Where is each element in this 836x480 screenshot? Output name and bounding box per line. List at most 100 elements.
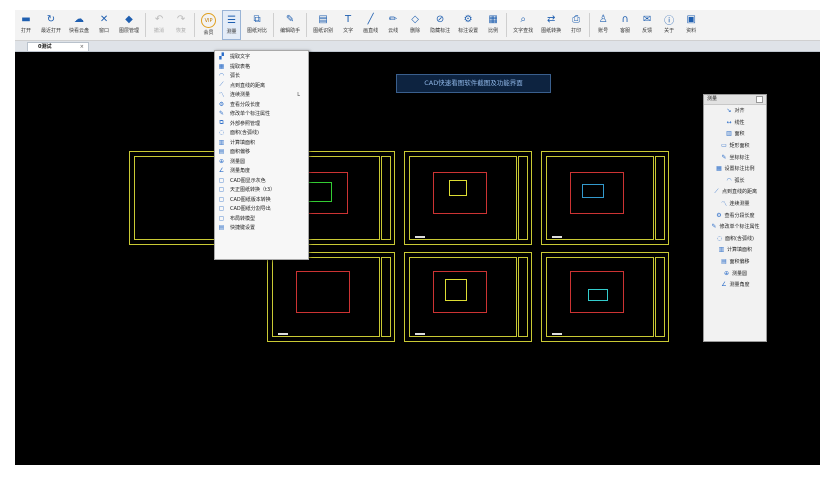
- menu-item-label: 点到直线的距离: [230, 82, 266, 89]
- menu-item[interactable]: ▢ CAD图纸版本转换: [215, 195, 308, 205]
- close-icon[interactable]: ×: [80, 43, 84, 51]
- toolbar-separator: [273, 13, 275, 37]
- area-offset-icon: ▤: [218, 148, 225, 156]
- measure-panel-item[interactable]: ∠ 测量角度: [704, 279, 766, 291]
- measure-panel-item-label: 计算填面积: [726, 247, 752, 254]
- menu-item[interactable]: ▤ 面积偏移: [215, 147, 308, 157]
- menu-item[interactable]: ▤ 快捷键设置: [215, 223, 308, 233]
- account-button[interactable]: ♙ 账号: [594, 10, 612, 40]
- toolbar-separator: [306, 13, 308, 37]
- menu-item-label: 提取文字: [230, 54, 251, 61]
- window-button[interactable]: ✕ 窗口: [95, 10, 113, 40]
- drawing-sheet[interactable]: [404, 252, 532, 342]
- text-button[interactable]: T 文字: [339, 10, 357, 40]
- menu-item[interactable]: ✎ 修改单个标注属性: [215, 109, 308, 119]
- menu-item[interactable]: 〽连续测量 L: [215, 90, 308, 100]
- mark-scale-icon: ▦: [716, 165, 722, 173]
- scale-button[interactable]: ▦ 比例: [484, 10, 502, 40]
- measure-panel-item[interactable]: ⚙ 查看分段长度: [704, 209, 766, 221]
- scale-icon: ▦: [488, 14, 498, 25]
- measure-panel-item[interactable]: 〽连续测量: [704, 198, 766, 210]
- drawing-canvas[interactable]: [15, 52, 820, 465]
- feedback-button[interactable]: ✉ 反馈: [638, 10, 656, 40]
- toolbar-button-label: 隐藏标注: [430, 28, 451, 34]
- drawing-sheet[interactable]: [541, 252, 669, 342]
- hide-mark-button[interactable]: ⊘ 隐藏标注: [428, 10, 452, 40]
- measure-panel-item[interactable]: ▥ 计算填面积: [704, 244, 766, 256]
- convert-format-button[interactable]: ⇄ 图纸转换: [539, 10, 563, 40]
- menu-item[interactable]: ▦ 提取表格: [215, 62, 308, 72]
- resources-button[interactable]: ▣ 资料: [682, 10, 700, 40]
- print-button[interactable]: ⎙ 打印: [567, 10, 585, 40]
- vip-button[interactable]: VIP 会员: [199, 10, 218, 40]
- cloud-line-button[interactable]: ✏ 云线: [384, 10, 402, 40]
- menu-item[interactable]: ∠ 测量角度: [215, 166, 308, 176]
- menu-item[interactable]: ◌ 面积(含弧线): [215, 128, 308, 138]
- toolbar-separator: [589, 13, 591, 37]
- about-button[interactable]: ⓘ 关于: [660, 10, 678, 40]
- measure-panel-item[interactable]: ▭ 矩形面积: [704, 140, 766, 152]
- menu-item[interactable]: ▢ CAD图显示灰色: [215, 176, 308, 186]
- measure-panel-item[interactable]: ▦ 设置标注比例: [704, 163, 766, 175]
- layer-manage-button[interactable]: ◆ 图层管理: [117, 10, 141, 40]
- open-button[interactable]: ▬ 打开: [17, 10, 35, 40]
- point-line-icon: ⟋: [219, 81, 224, 89]
- tangent-convert-icon: ▢: [218, 186, 225, 194]
- document-tab[interactable]: 0测试 ×: [27, 42, 89, 51]
- measure-panel-item[interactable]: ↔ 线性: [704, 117, 766, 129]
- measure-panel-header[interactable]: 测量: [704, 95, 766, 105]
- menu-item-label: 连续测量: [230, 92, 251, 99]
- menu-item[interactable]: ◠ 弧长: [215, 71, 308, 81]
- toolbar-separator: [506, 13, 508, 37]
- measure-panel-item[interactable]: ⊕ 测量圆: [704, 267, 766, 279]
- toolbar-button-label: 最近打开: [41, 28, 62, 34]
- measure-panel-item[interactable]: ▥ 面积: [704, 128, 766, 140]
- promo-banner: CAD快速看图软件截图及功能界面: [396, 74, 551, 93]
- measure-panel-item[interactable]: ↘ 对齐: [704, 105, 766, 117]
- fast-cloud-button[interactable]: ☁ 快看云盘: [67, 10, 91, 40]
- recent-open-button[interactable]: ↻ 最近打开: [39, 10, 63, 40]
- edit-mark-icon: ✎: [711, 223, 717, 231]
- line-button[interactable]: ╱ 画直线: [361, 10, 380, 40]
- menu-item-label: 查看分段长度: [230, 101, 261, 108]
- drawing-sheet[interactable]: [404, 151, 532, 245]
- menu-item[interactable]: ▢ 天正图纸转换（t3）: [215, 185, 308, 195]
- printer-icon: ⎙: [572, 14, 581, 25]
- measure-panel-item[interactable]: ✎ 坐标标注: [704, 151, 766, 163]
- close-icon[interactable]: [756, 96, 763, 103]
- menu-item[interactable]: ⊕ 测量圆: [215, 157, 308, 167]
- menu-item[interactable]: ⧉ 外部参照管理: [215, 119, 308, 129]
- toolbar-button-label: 比例: [488, 28, 499, 34]
- menu-item[interactable]: ▞ 提取文字: [215, 52, 308, 62]
- menu-item[interactable]: ⟋ 点到直线的距离: [215, 81, 308, 91]
- toolbar-button-label: 会员: [203, 30, 214, 36]
- measure-panel-item[interactable]: ✎ 修改单个标注属性: [704, 221, 766, 233]
- drawing-compare-button[interactable]: ⧉ 图纸对比: [245, 10, 269, 40]
- measure-panel-item[interactable]: ⟋ 点到直线的距离: [704, 186, 766, 198]
- drawing-sheet[interactable]: [267, 252, 395, 342]
- settings-icon: ⚙: [463, 14, 473, 25]
- mark-settings-button[interactable]: ⚙ 标注设置: [456, 10, 480, 40]
- measure-panel-item[interactable]: ◠ 弧长: [704, 175, 766, 187]
- edit-assistant-button[interactable]: ✎ 编辑助手: [278, 10, 302, 40]
- measure-button[interactable]: ☰ 测量: [222, 10, 242, 40]
- split-export-icon: ▢: [218, 205, 225, 213]
- menu-item[interactable]: ⚙ 查看分段长度: [215, 100, 308, 110]
- drawing-recognize-button[interactable]: ▤ 图纸识别: [311, 10, 335, 40]
- measure-panel-item-label: 修改单个标注属性: [719, 224, 760, 231]
- menu-item-label: CAD图纸分割导出: [230, 206, 271, 213]
- delete-button[interactable]: ◇ 删除: [406, 10, 424, 40]
- measure-panel-item[interactable]: ◌ 面积(含弧线): [704, 233, 766, 245]
- drawing-sheet[interactable]: [541, 151, 669, 245]
- menu-item[interactable]: ▢ CAD图纸分割导出: [215, 204, 308, 214]
- menu-item[interactable]: ▥ 计算填面积: [215, 138, 308, 148]
- edit-assistant-icon: ✎: [285, 14, 295, 25]
- toolbar-button-label: 图纸识别: [313, 28, 334, 34]
- menu-item-label: 测量圆: [230, 158, 246, 165]
- menu-item[interactable]: ▢ 布局转模型: [215, 214, 308, 224]
- text-search-button[interactable]: ⌕ 文字查找: [511, 10, 535, 40]
- toolbar-button-label: 窗口: [99, 28, 110, 34]
- help-button[interactable]: ∩ 客服: [616, 10, 634, 40]
- toolbar-button-label: 图纸转换: [541, 28, 562, 34]
- measure-panel-item[interactable]: ▤ 面积偏移: [704, 256, 766, 268]
